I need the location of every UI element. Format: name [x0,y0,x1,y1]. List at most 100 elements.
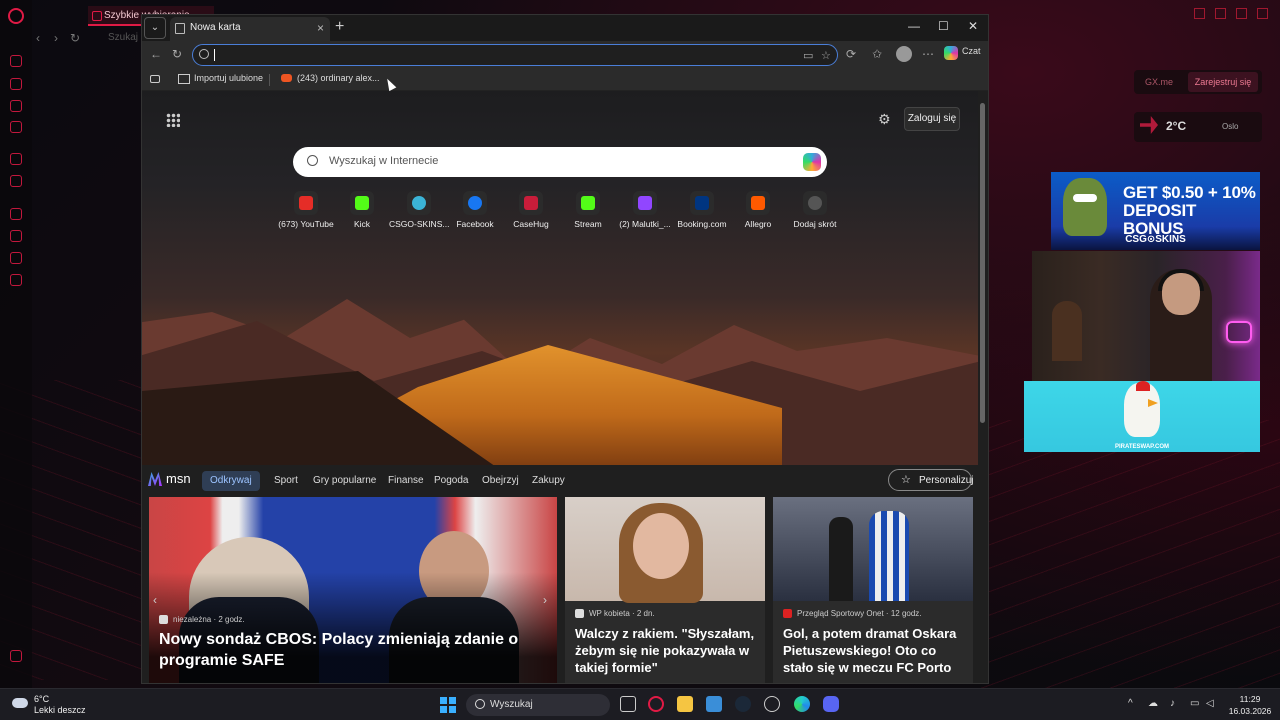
snapshot-icon[interactable] [1215,8,1226,19]
add-shortcut-button[interactable]: Dodaj skrót [785,191,845,229]
news-image-figure [829,517,853,601]
steam-icon[interactable] [735,696,751,712]
tab-finanse[interactable]: Finanse [380,471,432,491]
quicklink-stream[interactable]: Stream [558,191,618,229]
web-search-input[interactable]: Wyszukaj w Internecie [329,155,438,167]
extensions-icon[interactable] [10,252,22,264]
volume-icon[interactable]: ◁ [1206,698,1214,709]
gx-messenger-icon[interactable] [10,121,22,133]
booking-icon [695,196,709,210]
more-icon[interactable] [10,650,22,662]
collections-icon[interactable] [150,75,160,83]
youtube-icon[interactable] [10,175,22,187]
close-icon[interactable] [1257,8,1268,19]
maximize-button[interactable]: ☐ [938,19,949,33]
favorite-star-icon[interactable]: ☆ [821,49,831,62]
file-explorer-icon[interactable] [677,696,693,712]
gx-address-bar[interactable]: Szukaj [108,32,138,43]
network-icon[interactable]: ▭ [1190,698,1199,709]
app-launcher-icon[interactable] [166,113,180,127]
web-search-box[interactable]: Wyszukaj w Internecie [293,147,827,177]
history-icon[interactable] [10,230,22,242]
forward-icon[interactable]: › [54,31,58,45]
quicklink-kick[interactable]: Kick [332,191,392,229]
taskbar-search[interactable]: Wyszukaj [466,694,610,716]
news-card[interactable]: WP kobieta · 2 dn. Walczy z rakiem. "Sły… [565,497,765,683]
quicklink-facebook[interactable]: Facebook [445,191,505,229]
quick-links: (673) YouTube Kick CSGO-SKINS... Faceboo… [272,191,852,231]
news-card[interactable]: ‹ › niezależna · 2 godz. Nowy sondaż CBO… [149,497,557,683]
news-headline[interactable]: Gol, a potem dramat Oskara Pietuszewskie… [783,625,965,676]
back-icon[interactable]: ‹ [36,31,40,45]
opera-gx-icon[interactable] [648,696,664,712]
scrollbar-thumb[interactable] [980,103,985,423]
address-bar[interactable]: ▭ ☆ [192,44,838,66]
back-arrow-icon[interactable]: ← [150,47,162,61]
tab-close-icon[interactable]: × [317,21,324,35]
app-icon[interactable] [764,696,780,712]
minimize-button[interactable]: — [908,19,920,33]
carousel-next-icon[interactable]: › [543,593,547,607]
youtube-icon [299,196,313,210]
extensions-icon[interactable]: ⟳ [846,47,856,61]
gxme-link[interactable]: GX.me [1138,74,1180,90]
gx-control-icon[interactable] [10,55,22,67]
bookmark-youtube[interactable]: (243) ordinary alex... [281,73,380,83]
opera-logo-icon[interactable] [8,8,24,24]
msn-logo[interactable]: msn [148,471,191,486]
gx-corner-icon[interactable] [10,100,22,112]
news-card[interactable]: Przegląd Sportowy Onet · 12 godz. Gol, a… [773,497,973,683]
minimize-icon[interactable] [1236,8,1247,19]
tab-obejrzyj[interactable]: Obejrzyj [474,471,527,491]
bookmarks-icon[interactable] [10,208,22,220]
quicklink-booking[interactable]: Booking.com [672,191,732,229]
reader-icon[interactable]: ▭ [803,49,813,62]
edge-icon[interactable] [794,696,810,712]
copilot-chat-button[interactable]: Czat [944,46,981,62]
news-headline[interactable]: Nowy sondaż CBOS: Polacy zmieniają zdani… [159,629,549,671]
windows-start-icon[interactable] [440,697,456,713]
taskbar-clock[interactable]: 11:29 16.03.2026 [1226,693,1274,717]
quicklink-youtube[interactable]: (673) YouTube [276,191,336,229]
cloud-icon[interactable]: ☁ [1148,698,1158,709]
tab-pogoda[interactable]: Pogoda [426,471,476,491]
favorites-icon[interactable]: ✩ [872,47,882,61]
news-headline[interactable]: Walczy z rakiem. "Słyszałam, żebym się n… [575,625,757,676]
microsoft-store-icon[interactable] [706,696,722,712]
more-menu-icon[interactable]: ⋯ [922,47,934,61]
tab-odkrywaj[interactable]: Odkrywaj [202,471,260,491]
discord-icon[interactable] [823,696,839,712]
close-button[interactable]: ✕ [968,19,978,33]
quicklink-casehug[interactable]: CaseHug [501,191,561,229]
personalize-button[interactable]: Personalizuj [888,469,973,491]
copilot-icon[interactable] [803,153,821,171]
tab-zakupy[interactable]: Zakupy [524,471,573,491]
microphone-icon[interactable]: ♪ [1170,698,1175,709]
tab-sport[interactable]: Sport [266,471,306,491]
import-favorites-link[interactable]: Importuj ulubione [178,73,263,84]
gx-hotline-icon[interactable] [10,78,22,90]
search-icon[interactable] [1194,8,1205,19]
refresh-icon[interactable]: ↻ [172,47,182,61]
edge-tab-new-tab[interactable]: Nowa karta × [170,17,330,41]
edge-window: ⌄ Nowa karta × + — ☐ ✕ ← ↻ ▭ ☆ ⟳ ✩ ⋯ Cza… [141,14,989,684]
tray-overflow-icon[interactable]: ^ [1128,698,1133,709]
quicklink-twitch[interactable]: (2) Malutki_... [615,191,675,229]
page-settings-gear-icon[interactable]: ⚙ [878,111,891,128]
profile-avatar[interactable] [896,46,912,62]
quicklink-allegro[interactable]: Allegro [728,191,788,229]
signin-button[interactable]: Zaloguj się [904,107,960,131]
twitch-icon[interactable] [10,153,22,165]
tab-actions-menu-icon[interactable]: ⌄ [144,17,166,39]
page-scrollbar[interactable] [978,91,988,683]
tab-gry-popularne[interactable]: Gry popularne [305,471,384,491]
favorites-bar: Importuj ulubione (243) ordinary alex... [142,69,988,91]
reload-icon[interactable]: ↻ [70,31,80,45]
settings-icon[interactable] [10,274,22,286]
taskbar-weather-widget[interactable]: 6°C Lekki deszcz [12,694,86,716]
carousel-prev-icon[interactable]: ‹ [153,593,157,607]
register-button[interactable]: Zarejestruj się [1188,72,1258,92]
task-view-icon[interactable] [620,696,636,712]
quicklink-csgo-skins[interactable]: CSGO-SKINS... [389,191,449,229]
new-tab-button[interactable]: + [335,18,344,36]
